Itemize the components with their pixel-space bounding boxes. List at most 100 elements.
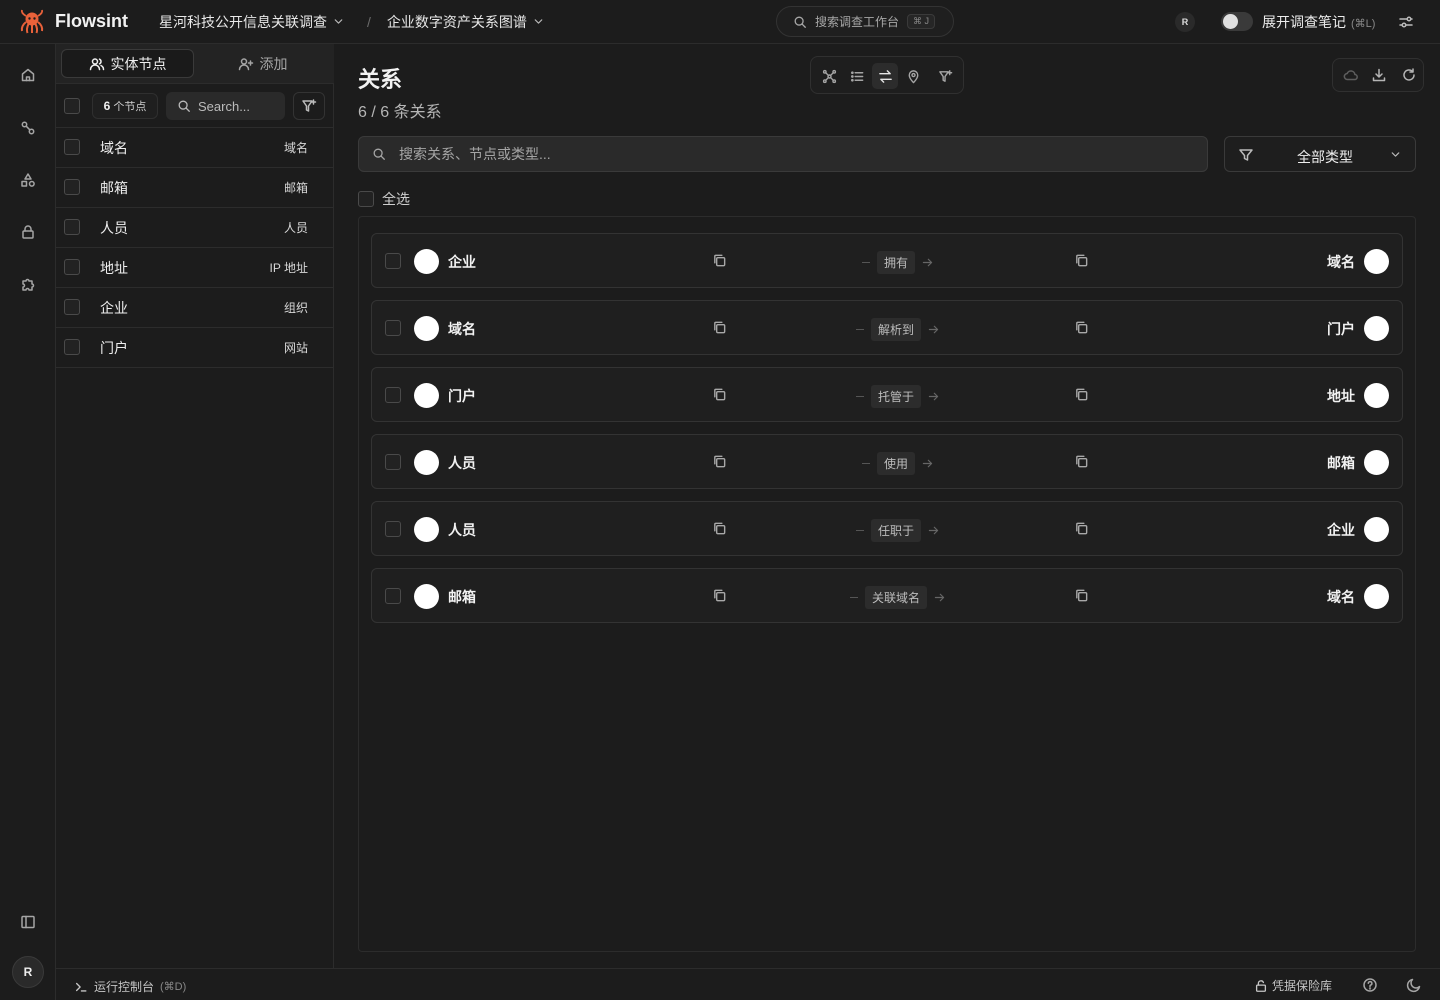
relation-row[interactable]: 邮箱 关联域名 域名 <box>371 568 1403 623</box>
copy-source-button[interactable] <box>712 521 727 536</box>
copy-source-button[interactable] <box>712 387 727 402</box>
graph-selector[interactable]: 企业数字资产关系图谱 <box>387 12 545 32</box>
source-node-dot[interactable] <box>414 316 439 341</box>
user-avatar[interactable]: R <box>1175 12 1195 32</box>
node-filter-button[interactable] <box>293 92 325 120</box>
help-button[interactable] <box>1362 977 1378 993</box>
relations-view-button[interactable] <box>872 63 898 89</box>
node-row[interactable]: 人员 人员 <box>56 208 334 248</box>
target-node-name[interactable]: 门户 <box>1327 319 1355 339</box>
relation-row[interactable]: 人员 使用 邮箱 <box>371 434 1403 489</box>
plugins-button[interactable] <box>20 276 36 292</box>
shapes-button[interactable] <box>20 172 36 188</box>
download-button[interactable] <box>1371 67 1387 83</box>
copy-source-button[interactable] <box>712 320 727 335</box>
target-node-dot[interactable] <box>1364 450 1389 475</box>
source-node-dot[interactable] <box>414 249 439 274</box>
target-node-name[interactable]: 企业 <box>1327 520 1355 540</box>
relation-checkbox[interactable] <box>385 387 401 403</box>
node-row[interactable]: 域名 域名 <box>56 128 334 168</box>
node-row[interactable]: 邮箱 邮箱 <box>56 168 334 208</box>
copy-source-button[interactable] <box>712 588 727 603</box>
source-node-dot[interactable] <box>414 450 439 475</box>
select-all-checkbox[interactable] <box>358 191 374 207</box>
home-icon <box>21 68 35 82</box>
tab-add[interactable]: 添加 <box>196 49 329 78</box>
sidebar-toggle-button[interactable] <box>20 914 36 930</box>
source-node-name[interactable]: 人员 <box>448 520 476 540</box>
node-checkbox[interactable] <box>64 259 80 275</box>
source-node-name[interactable]: 邮箱 <box>448 587 476 607</box>
copy-target-button[interactable] <box>1074 253 1089 268</box>
relation-edge: 拥有 <box>792 250 1004 274</box>
notes-toggle[interactable] <box>1221 12 1253 31</box>
vault-button[interactable]: 凭据保险库 <box>1254 977 1332 994</box>
relation-row[interactable]: 人员 任职于 企业 <box>371 501 1403 556</box>
source-node-dot[interactable] <box>414 383 439 408</box>
source-node-name[interactable]: 门户 <box>448 386 476 406</box>
source-node-name[interactable]: 企业 <box>448 252 476 272</box>
rail-user-avatar[interactable]: R <box>12 956 44 988</box>
notes-toggle-label[interactable]: 展开调查笔记 (⌘L) <box>1262 12 1375 32</box>
tab-entities[interactable]: 实体节点 <box>61 49 194 78</box>
relation-checkbox[interactable] <box>385 320 401 336</box>
source-node-name[interactable]: 人员 <box>448 453 476 473</box>
copy-target-button[interactable] <box>1074 521 1089 536</box>
copy-target-button[interactable] <box>1074 320 1089 335</box>
node-row[interactable]: 地址 IP 地址 <box>56 248 334 288</box>
relation-label: 解析到 <box>870 317 921 341</box>
node-checkbox[interactable] <box>64 219 80 235</box>
investigation-selector[interactable]: 星河科技公开信息关联调查 <box>159 12 345 32</box>
source-node-dot[interactable] <box>414 517 439 542</box>
target-node-dot[interactable] <box>1364 584 1389 609</box>
vault-nav-button[interactable] <box>20 224 36 240</box>
node-search-input[interactable]: Search... <box>166 92 285 120</box>
list-view-button[interactable] <box>844 63 870 89</box>
node-checkbox[interactable] <box>64 339 80 355</box>
target-node-dot[interactable] <box>1364 316 1389 341</box>
relation-checkbox[interactable] <box>385 588 401 604</box>
app-logo[interactable]: Flowsint <box>18 8 128 36</box>
cloud-sync-button[interactable] <box>1343 67 1359 83</box>
target-node-dot[interactable] <box>1364 249 1389 274</box>
select-all-nodes-checkbox[interactable] <box>64 98 80 114</box>
select-all-relations[interactable]: 全选 <box>358 189 410 209</box>
node-checkbox[interactable] <box>64 179 80 195</box>
home-button[interactable] <box>20 67 36 83</box>
relation-row[interactable]: 域名 解析到 门户 <box>371 300 1403 355</box>
relation-row[interactable]: 门户 托管于 地址 <box>371 367 1403 422</box>
copy-target-button[interactable] <box>1074 454 1089 469</box>
node-row[interactable]: 企业 组织 <box>56 288 334 328</box>
source-node-dot[interactable] <box>414 584 439 609</box>
source-node-name[interactable]: 域名 <box>448 319 476 339</box>
refresh-button[interactable] <box>1401 67 1417 83</box>
map-view-button[interactable] <box>900 63 926 89</box>
node-checkbox[interactable] <box>64 299 80 315</box>
settings-sliders-button[interactable] <box>1398 14 1414 30</box>
type-filter-select[interactable]: 全部类型 <box>1224 136 1416 172</box>
copy-source-button[interactable] <box>712 454 727 469</box>
target-node-name[interactable]: 邮箱 <box>1327 453 1355 473</box>
relation-checkbox[interactable] <box>385 454 401 470</box>
target-node-dot[interactable] <box>1364 383 1389 408</box>
relation-checkbox[interactable] <box>385 521 401 537</box>
graph-view-button[interactable] <box>816 63 842 89</box>
graph-button[interactable] <box>20 120 36 136</box>
target-node-dot[interactable] <box>1364 517 1389 542</box>
sliders-icon <box>1399 16 1413 28</box>
copy-target-button[interactable] <box>1074 588 1089 603</box>
target-node-name[interactable]: 域名 <box>1327 252 1355 272</box>
relation-search-input[interactable]: 搜索关系、节点或类型... <box>358 136 1208 172</box>
node-row[interactable]: 门户 网站 <box>56 328 334 368</box>
view-filter-button[interactable] <box>932 63 958 89</box>
node-checkbox[interactable] <box>64 139 80 155</box>
relation-row[interactable]: 企业 拥有 域名 <box>371 233 1403 288</box>
console-button[interactable]: 运行控制台 (⌘D) <box>74 978 186 995</box>
theme-toggle-button[interactable] <box>1406 977 1422 993</box>
command-search[interactable]: 搜索调查工作台 ⌘ J <box>776 6 954 37</box>
copy-target-button[interactable] <box>1074 387 1089 402</box>
target-node-name[interactable]: 地址 <box>1327 386 1355 406</box>
copy-source-button[interactable] <box>712 253 727 268</box>
relation-checkbox[interactable] <box>385 253 401 269</box>
target-node-name[interactable]: 域名 <box>1327 587 1355 607</box>
